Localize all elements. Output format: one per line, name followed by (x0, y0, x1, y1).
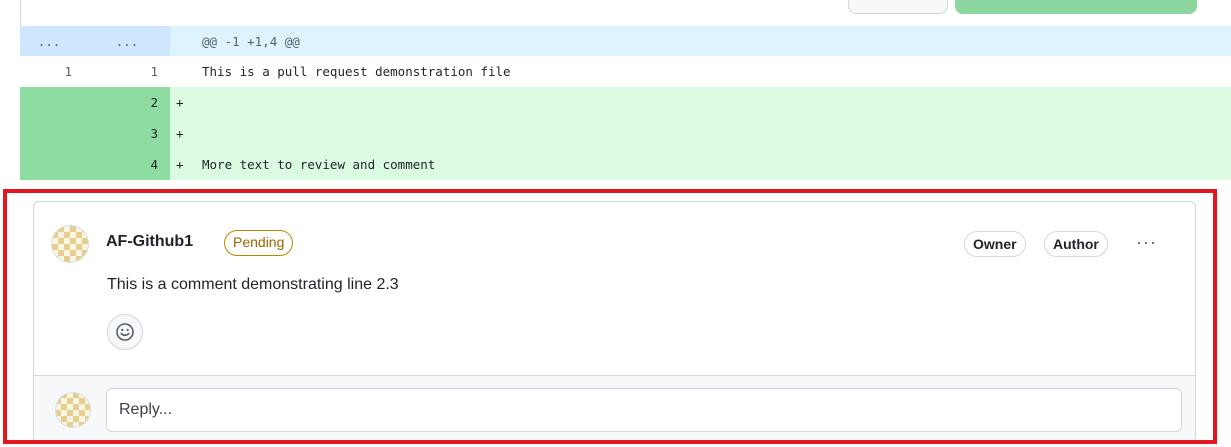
old-line-number[interactable] (20, 149, 84, 180)
diff-table: ... ... @@ -1 +1,4 @@ 1 1 This is a pull… (20, 26, 1231, 180)
line-code: + More text to review and comment (170, 149, 1231, 180)
old-line-number[interactable] (20, 87, 84, 118)
hunk-header-text: @@ -1 +1,4 @@ (202, 33, 300, 49)
line-marker: + (176, 157, 184, 172)
primary-button-partial[interactable] (955, 0, 1197, 14)
line-text: This is a pull request demonstration fil… (202, 64, 511, 79)
hunk-expand-right[interactable]: ... (84, 26, 170, 56)
hunk-header: @@ -1 +1,4 @@ (170, 26, 1231, 56)
new-line-number[interactable]: 1 (84, 56, 170, 87)
diff-line-added: 4 + More text to review and comment (20, 149, 1231, 180)
line-text: More text to review and comment (202, 157, 436, 172)
line-marker: + (176, 95, 184, 110)
line-code: + (170, 87, 1231, 118)
old-line-number[interactable]: 1 (20, 56, 84, 87)
new-line-number[interactable]: 4 (84, 149, 170, 180)
divider (20, 0, 21, 26)
diff-line: 1 1 This is a pull request demonstration… (20, 56, 1231, 87)
diff-hunk-row: ... ... @@ -1 +1,4 @@ (20, 26, 1231, 56)
line-marker: + (176, 126, 184, 141)
diff-line-added: 3 + (20, 118, 1231, 149)
diff-line-added: 2 + (20, 87, 1231, 118)
new-line-number[interactable]: 3 (84, 118, 170, 149)
hunk-expand-left[interactable]: ... (20, 26, 84, 56)
top-toolbar-strip (0, 0, 1231, 26)
line-code: This is a pull request demonstration fil… (170, 56, 1231, 87)
line-code: + (170, 118, 1231, 149)
toolbar-button-partial[interactable] (848, 0, 948, 14)
annotation-highlight-box (3, 189, 1217, 444)
new-line-number[interactable]: 2 (84, 87, 170, 118)
old-line-number[interactable] (20, 118, 84, 149)
